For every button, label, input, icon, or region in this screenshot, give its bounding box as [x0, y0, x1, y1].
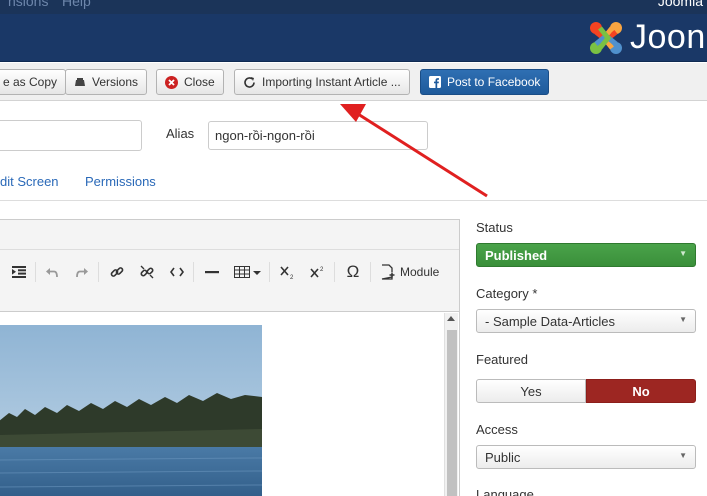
toolbar-divider	[370, 262, 371, 282]
title-input[interactable]	[0, 120, 142, 151]
indent-icon[interactable]	[9, 262, 29, 282]
special-character-icon[interactable]: Ω	[343, 262, 363, 282]
alias-label: Alias	[166, 126, 195, 141]
user-menu[interactable]: Joomla	[658, 0, 703, 9]
post-to-facebook-label: Post to Facebook	[447, 75, 541, 89]
featured-toggle: Yes No	[476, 379, 696, 403]
status-select[interactable]: Published ▼	[476, 243, 696, 267]
admin-menubar: nsions Help Joomla	[0, 0, 707, 14]
toolbar-divider	[269, 262, 270, 282]
close-button[interactable]: Close	[156, 69, 224, 95]
language-label: Language	[476, 487, 534, 496]
redo-icon[interactable]	[72, 262, 92, 282]
versions-label: Versions	[92, 75, 139, 89]
toolbar-divider	[98, 262, 99, 282]
title-alias-row: Alias ngon-rồi-ngon-rồi	[0, 101, 707, 163]
undo-icon[interactable]	[42, 262, 62, 282]
editor-menubar	[0, 220, 459, 250]
alias-input[interactable]: ngon-rồi-ngon-rồi	[208, 121, 428, 150]
tab-edit-screen[interactable]: dit Screen	[0, 174, 59, 189]
status-value: Published	[485, 248, 548, 263]
tab-permissions[interactable]: Permissions	[85, 174, 156, 189]
scroll-thumb[interactable]	[447, 330, 457, 496]
menu-item-extensions[interactable]: nsions	[8, 0, 48, 9]
archive-icon	[74, 77, 86, 87]
toolbar-divider	[193, 262, 194, 282]
toolbar: e as Copy Versions Close Importing Insta…	[0, 63, 707, 101]
insert-module-button[interactable]: Module	[380, 262, 439, 282]
status-label: Status	[476, 220, 513, 235]
unlink-icon[interactable]	[137, 262, 157, 282]
category-label: Category *	[476, 286, 538, 301]
facebook-icon	[429, 76, 441, 88]
table-icon[interactable]	[233, 262, 263, 282]
save-as-copy-label: e as Copy	[3, 75, 58, 89]
close-label: Close	[184, 75, 215, 89]
category-value: - Sample Data-Articles	[485, 314, 616, 329]
importing-instant-article-button[interactable]: Importing Instant Article ...	[234, 69, 410, 95]
module-label: Module	[400, 265, 440, 279]
scroll-up-arrow-icon[interactable]	[447, 316, 455, 321]
toolbar-divider	[35, 262, 36, 282]
article-editor: 2 2 Ω Module	[0, 219, 460, 496]
category-select[interactable]: - Sample Data-Articles ▼	[476, 309, 696, 333]
editor-content[interactable]	[0, 313, 459, 496]
versions-button[interactable]: Versions	[65, 69, 148, 95]
featured-label: Featured	[476, 352, 529, 367]
access-select[interactable]: Public ▼	[476, 445, 696, 469]
code-icon[interactable]	[167, 262, 187, 282]
chevron-down-icon: ▼	[679, 249, 687, 258]
editor-scrollbar[interactable]	[444, 313, 458, 496]
admin-header: Joon	[0, 14, 707, 62]
save-as-copy-button[interactable]: e as Copy	[0, 69, 67, 95]
link-icon[interactable]	[107, 262, 127, 282]
svg-text:2: 2	[290, 275, 294, 279]
lake-photo	[0, 325, 262, 496]
post-to-facebook-button[interactable]: Post to Facebook	[420, 69, 550, 95]
chevron-down-icon: ▼	[679, 315, 687, 324]
featured-no-button[interactable]: No	[586, 379, 696, 403]
superscript-icon[interactable]: 2	[308, 262, 328, 282]
access-label: Access	[476, 422, 518, 437]
close-circle-icon	[165, 75, 178, 89]
document-plus-icon	[380, 264, 396, 280]
edit-tabs: dit Screen Permissions	[0, 163, 707, 201]
chevron-down-icon: ▼	[679, 451, 687, 460]
access-value: Public	[485, 450, 521, 465]
joomla-logo-icon	[590, 22, 622, 54]
importing-label: Importing Instant Article ...	[262, 75, 401, 89]
horizontal-rule-icon[interactable]	[202, 262, 222, 282]
toolbar-divider	[334, 262, 335, 282]
editor-toolbar: 2 2 Ω Module	[0, 250, 459, 312]
menu-item-help[interactable]: Help	[62, 0, 91, 9]
subscript-icon[interactable]: 2	[278, 262, 298, 282]
refresh-icon	[243, 76, 256, 89]
featured-yes-button[interactable]: Yes	[476, 379, 586, 403]
joomla-logo-text: Joon	[630, 18, 706, 56]
svg-text:2: 2	[320, 267, 324, 273]
